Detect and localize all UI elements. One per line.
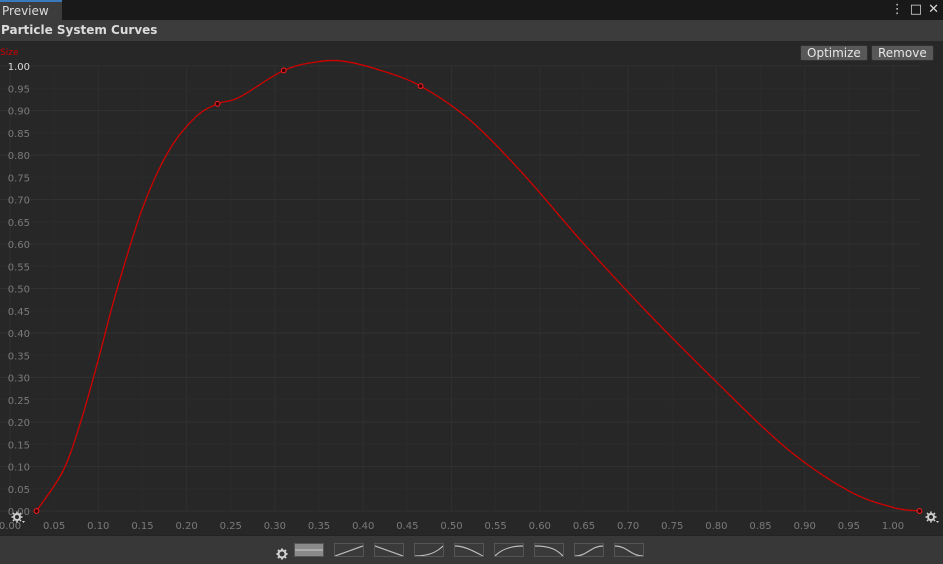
x-tick-label: 0.50 <box>440 521 462 532</box>
x-tick-label: 0.05 <box>43 521 65 532</box>
preset-ease-in-button[interactable] <box>414 543 444 557</box>
curve-editor[interactable]: 0.00 0.05 0.10 0.15 0.20 0.25 0.30 0.35 0.40 0.45… <box>0 41 943 535</box>
x-tick-label: 0.00 <box>0 521 21 532</box>
preset-linear-up-button[interactable] <box>334 543 364 557</box>
y-tick-label: 0.90 <box>8 107 30 118</box>
y-tick-label: 0.00 <box>8 507 30 518</box>
preset-ease-out-down-button[interactable] <box>454 543 484 557</box>
size-curve-line <box>35 59 920 512</box>
y-tick-label: 0.40 <box>8 329 30 340</box>
preset-ease-in-out-button[interactable] <box>574 543 604 557</box>
y-tick-label: 0.85 <box>8 129 30 140</box>
y-tick-label: 0.80 <box>8 151 30 162</box>
x-tick-label: 0.40 <box>352 521 374 532</box>
preset-ease-in-down-button[interactable] <box>534 543 564 557</box>
y-tick-label: 0.60 <box>8 240 30 251</box>
curve-keyframe[interactable] <box>916 508 923 514</box>
preset-ease-out-button[interactable] <box>494 543 524 557</box>
preset-ease-in-out-down-button[interactable] <box>614 543 644 557</box>
x-tick-label: 0.25 <box>220 521 242 532</box>
close-icon[interactable]: ✕ <box>928 2 939 17</box>
y-tick-label: 0.35 <box>8 351 30 362</box>
y-tick-label: 0.70 <box>8 196 30 207</box>
y-tick-label: 0.55 <box>8 262 30 273</box>
x-tick-label: 0.70 <box>617 521 639 532</box>
tab-preview[interactable]: Preview <box>0 0 62 20</box>
panel-header: Particle System Curves <box>0 20 943 42</box>
curve-keyframe[interactable] <box>417 83 424 89</box>
post-wrap-mode-gear-icon[interactable] <box>925 511 940 524</box>
preset-linear-down-button[interactable] <box>374 543 404 557</box>
panel-title: Particle System Curves <box>1 23 158 37</box>
x-tick-label: 0.55 <box>485 521 507 532</box>
x-tick-label: 0.60 <box>529 521 551 532</box>
x-tick-label: 0.95 <box>838 521 860 532</box>
x-tick-label: 0.85 <box>749 521 771 532</box>
y-tick-label: 0.10 <box>8 463 30 474</box>
x-tick-label: 0.80 <box>705 521 727 532</box>
remove-button[interactable]: Remove <box>871 45 934 61</box>
y-tick-label: 0.20 <box>8 418 30 429</box>
curve-label: Size <box>0 48 19 58</box>
curve-keyframe[interactable] <box>280 67 287 74</box>
curve-keyframe[interactable] <box>33 508 40 514</box>
x-tick-label: 0.45 <box>396 521 418 532</box>
y-tick-label: 0.50 <box>8 285 30 296</box>
y-tick-label: 1.00 <box>8 62 30 73</box>
tab-preview-label: Preview <box>2 4 49 18</box>
x-tick-label: 0.20 <box>175 521 197 532</box>
y-tick-label: 0.65 <box>8 218 30 229</box>
x-tick-label: 1.00 <box>882 521 904 532</box>
optimize-button[interactable]: Optimize <box>800 45 868 61</box>
tab-bar: Preview ⋮ □ ✕ <box>0 0 943 20</box>
curve-keyframe[interactable] <box>214 100 221 107</box>
x-tick-label: 0.75 <box>661 521 683 532</box>
y-tick-label: 0.95 <box>8 84 30 95</box>
y-tick-label: 0.30 <box>8 374 30 385</box>
y-tick-label: 0.75 <box>8 173 30 184</box>
x-tick-label: 0.30 <box>264 521 286 532</box>
maximize-icon[interactable]: □ <box>910 2 922 17</box>
x-tick-label: 0.90 <box>794 521 816 532</box>
kebab-menu-icon[interactable]: ⋮ <box>891 2 904 17</box>
y-tick-label: 0.15 <box>8 440 30 451</box>
x-tick-label: 0.15 <box>131 521 153 532</box>
x-tick-label: 0.35 <box>308 521 330 532</box>
window-controls: ⋮ □ ✕ <box>891 2 939 17</box>
curve-chart[interactable]: 0.00 0.05 0.10 0.15 0.20 0.25 0.30 0.35 0.40 0.45… <box>0 41 943 535</box>
y-tick-label: 0.05 <box>8 485 30 496</box>
y-tick-label: 0.25 <box>8 396 30 407</box>
preset-settings-gear-icon[interactable] <box>276 548 288 560</box>
y-tick-label: 0.45 <box>8 307 30 318</box>
x-tick-label: 0.65 <box>573 521 595 532</box>
x-tick-label: 0.10 <box>87 521 109 532</box>
preset-constant-button[interactable] <box>294 543 324 557</box>
